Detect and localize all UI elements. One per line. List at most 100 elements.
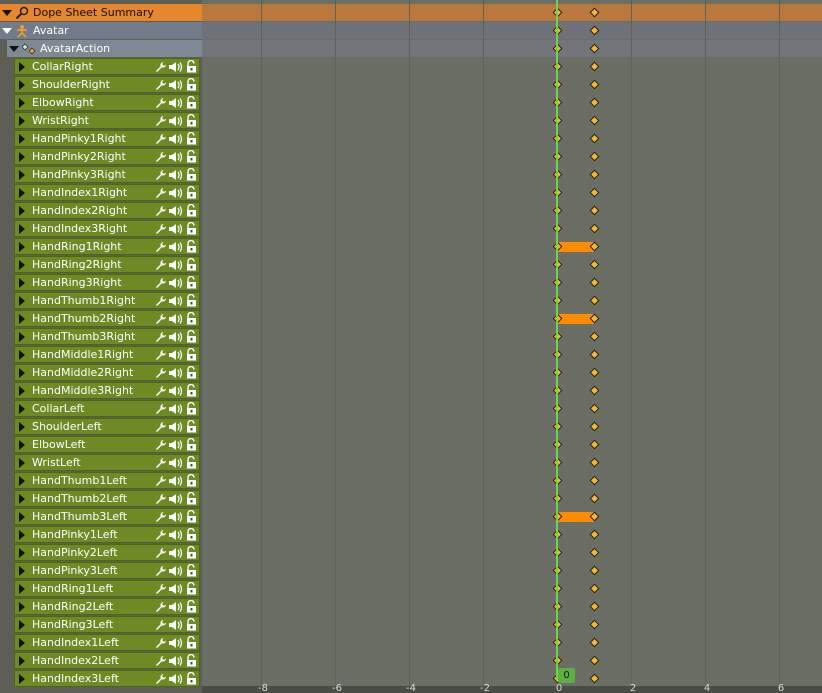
lock-icon[interactable]: [185, 402, 197, 415]
lock-icon[interactable]: [185, 438, 197, 451]
speaker-mute-icon[interactable]: [168, 349, 184, 361]
channel-row[interactable]: HandMiddle3Right: [14, 382, 200, 399]
keyframe-diamond[interactable]: [589, 439, 600, 450]
channel-row[interactable]: HandIndex2Right: [14, 202, 200, 219]
keyframe-diamond[interactable]: [589, 655, 600, 666]
expand-triangle-icon[interactable]: [15, 313, 29, 324]
expand-triangle-icon[interactable]: [15, 331, 29, 342]
expand-triangle-icon[interactable]: [15, 205, 29, 216]
frame-ruler[interactable]: [202, 686, 822, 693]
modifier-wrench-icon[interactable]: [155, 457, 167, 469]
expand-triangle-icon[interactable]: [15, 511, 29, 522]
expand-triangle-icon[interactable]: [15, 79, 29, 90]
modifier-wrench-icon[interactable]: [155, 619, 167, 631]
keyframe-diamond[interactable]: [589, 169, 600, 180]
channel-row[interactable]: HandPinky1Right: [14, 130, 200, 147]
channel-row[interactable]: HandRing3Right: [14, 274, 200, 291]
channel-row[interactable]: ElbowRight: [14, 94, 200, 111]
speaker-mute-icon[interactable]: [168, 133, 184, 145]
modifier-wrench-icon[interactable]: [155, 115, 167, 127]
lock-icon[interactable]: [185, 420, 197, 433]
speaker-mute-icon[interactable]: [168, 403, 184, 415]
expand-triangle-icon[interactable]: [15, 529, 29, 540]
speaker-mute-icon[interactable]: [168, 313, 184, 325]
keyframe-hold-bar[interactable]: [557, 314, 594, 324]
speaker-mute-icon[interactable]: [168, 511, 184, 523]
dopesheet-timeline[interactable]: -8 -6 -4 -2 0 2 4 6 0: [202, 0, 822, 693]
channel-row[interactable]: WristLeft: [14, 454, 200, 471]
lock-icon[interactable]: [185, 330, 197, 343]
channel-row[interactable]: HandIndex3Left: [14, 670, 200, 687]
lock-icon[interactable]: [185, 546, 197, 559]
speaker-mute-icon[interactable]: [168, 529, 184, 541]
playhead-line[interactable]: [556, 0, 558, 680]
channel-row[interactable]: HandPinky3Right: [14, 166, 200, 183]
lock-icon[interactable]: [185, 96, 197, 109]
channel-row[interactable]: ElbowLeft: [14, 436, 200, 453]
speaker-mute-icon[interactable]: [168, 655, 184, 667]
expand-triangle-icon[interactable]: [15, 403, 29, 414]
lock-icon[interactable]: [185, 456, 197, 469]
keyframe-diamond[interactable]: [589, 295, 600, 306]
speaker-mute-icon[interactable]: [168, 565, 184, 577]
speaker-mute-icon[interactable]: [168, 547, 184, 559]
lock-icon[interactable]: [185, 564, 197, 577]
channel-row[interactable]: HandThumb1Right: [14, 292, 200, 309]
expand-triangle-icon[interactable]: [15, 259, 29, 270]
expand-triangle-icon[interactable]: [15, 619, 29, 630]
expand-triangle-icon[interactable]: [15, 475, 29, 486]
keyframe-diamond[interactable]: [589, 637, 600, 648]
speaker-mute-icon[interactable]: [168, 79, 184, 91]
modifier-wrench-icon[interactable]: [155, 511, 167, 523]
expand-triangle-icon[interactable]: [15, 565, 29, 576]
lock-icon[interactable]: [185, 276, 197, 289]
speaker-mute-icon[interactable]: [168, 61, 184, 73]
keyframe-diamond[interactable]: [589, 673, 600, 684]
collapse-triangle-icon[interactable]: [0, 27, 14, 34]
modifier-wrench-icon[interactable]: [155, 313, 167, 325]
collapse-triangle-icon[interactable]: [7, 45, 21, 52]
lock-icon[interactable]: [185, 528, 197, 541]
keyframe-diamond[interactable]: [589, 259, 600, 270]
channel-row[interactable]: HandRing1Right: [14, 238, 200, 255]
speaker-mute-icon[interactable]: [168, 115, 184, 127]
keyframe-diamond[interactable]: [589, 529, 600, 540]
channel-row[interactable]: HandIndex3Right: [14, 220, 200, 237]
expand-triangle-icon[interactable]: [15, 673, 29, 684]
lock-icon[interactable]: [185, 186, 197, 199]
keyframe-diamond[interactable]: [589, 475, 600, 486]
modifier-wrench-icon[interactable]: [155, 349, 167, 361]
lock-icon[interactable]: [185, 78, 197, 91]
expand-triangle-icon[interactable]: [15, 457, 29, 468]
modifier-wrench-icon[interactable]: [155, 529, 167, 541]
expand-triangle-icon[interactable]: [15, 367, 29, 378]
expand-triangle-icon[interactable]: [15, 61, 29, 72]
keyframe-diamond[interactable]: [589, 619, 600, 630]
modifier-wrench-icon[interactable]: [155, 367, 167, 379]
channel-row[interactable]: HandPinky2Left: [14, 544, 200, 561]
modifier-wrench-icon[interactable]: [155, 97, 167, 109]
keyframe-diamond[interactable]: [589, 421, 600, 432]
modifier-wrench-icon[interactable]: [155, 151, 167, 163]
lock-icon[interactable]: [185, 582, 197, 595]
modifier-wrench-icon[interactable]: [155, 421, 167, 433]
lock-icon[interactable]: [185, 492, 197, 505]
channel-row[interactable]: HandMiddle1Right: [14, 346, 200, 363]
expand-triangle-icon[interactable]: [15, 493, 29, 504]
channel-row[interactable]: WristRight: [14, 112, 200, 129]
lock-icon[interactable]: [185, 150, 197, 163]
expand-triangle-icon[interactable]: [15, 115, 29, 126]
channel-row[interactable]: HandRing3Left: [14, 616, 200, 633]
modifier-wrench-icon[interactable]: [155, 565, 167, 577]
channel-row[interactable]: HandIndex1Left: [14, 634, 200, 651]
keyframe-diamond[interactable]: [589, 331, 600, 342]
speaker-mute-icon[interactable]: [168, 385, 184, 397]
modifier-wrench-icon[interactable]: [155, 439, 167, 451]
modifier-wrench-icon[interactable]: [155, 385, 167, 397]
expand-triangle-icon[interactable]: [15, 655, 29, 666]
keyframe-diamond[interactable]: [589, 187, 600, 198]
expand-triangle-icon[interactable]: [15, 151, 29, 162]
speaker-mute-icon[interactable]: [168, 421, 184, 433]
keyframe-diamond[interactable]: [589, 277, 600, 288]
keyframe-hold-bar[interactable]: [557, 512, 594, 522]
